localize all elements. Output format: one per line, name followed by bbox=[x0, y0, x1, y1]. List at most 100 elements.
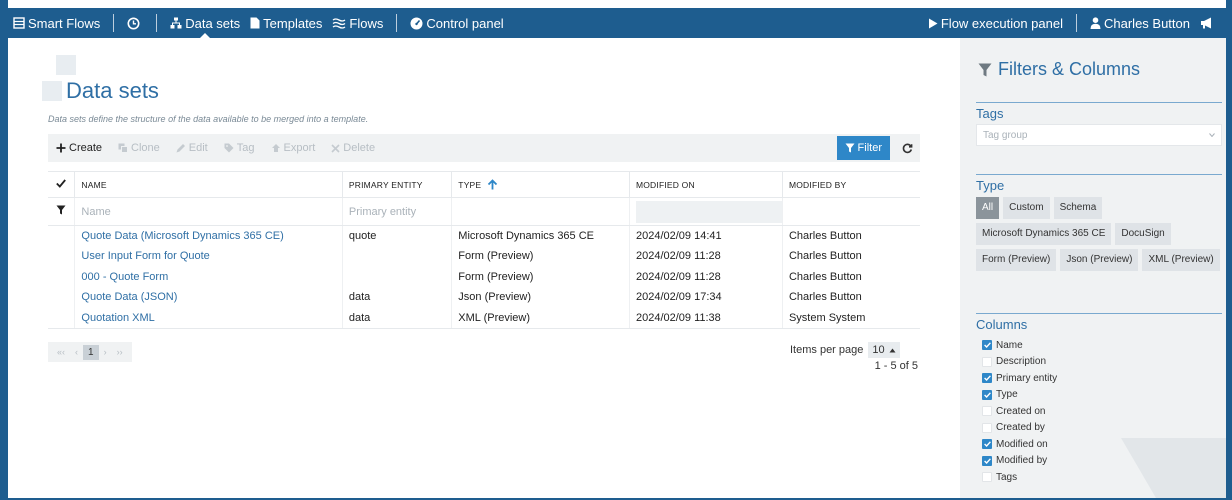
column-toggle-description[interactable]: Description bbox=[976, 354, 1222, 371]
decorative-square bbox=[42, 81, 62, 101]
checkbox[interactable] bbox=[982, 340, 992, 351]
section-title: Tags bbox=[976, 102, 1222, 121]
last-page-button[interactable]: ›› bbox=[112, 347, 128, 357]
cell-type: Json (Preview) bbox=[451, 287, 630, 308]
tag-group-dropdown[interactable]: Tag group bbox=[976, 124, 1222, 146]
export-button[interactable]: Export bbox=[263, 134, 324, 162]
checkmark-icon bbox=[983, 375, 991, 382]
cell-type: XML (Preview) bbox=[451, 307, 630, 329]
refresh-button[interactable] bbox=[894, 136, 920, 160]
column-label: Name bbox=[996, 339, 1023, 351]
type-chip-xml[interactable]: XML (Preview) bbox=[1142, 249, 1220, 271]
nav-data-sets[interactable]: Data sets bbox=[165, 8, 245, 38]
user-menu[interactable]: Charles Button bbox=[1085, 8, 1195, 38]
table-row[interactable]: User Input Form for Quote Form (Preview)… bbox=[48, 246, 920, 267]
checkbox[interactable] bbox=[982, 455, 992, 466]
column-header-modified-on[interactable]: MODIFIED ON bbox=[629, 171, 783, 198]
checkbox[interactable] bbox=[982, 422, 992, 433]
column-header-modified-by[interactable]: MODIFIED BY bbox=[782, 171, 920, 198]
data-set-link[interactable]: Quote Data (Microsoft Dynamics 365 CE) bbox=[81, 230, 283, 242]
current-page[interactable]: 1 bbox=[83, 344, 99, 360]
first-page-button[interactable]: «‹ bbox=[52, 347, 70, 357]
nav-flows[interactable]: Flows bbox=[327, 8, 388, 38]
plus-icon bbox=[56, 143, 66, 153]
name-filter-input[interactable] bbox=[81, 205, 342, 218]
column-header-type[interactable]: TYPE bbox=[451, 171, 630, 198]
refresh-icon bbox=[902, 143, 912, 153]
cell-primary-entity bbox=[342, 266, 453, 287]
table-row[interactable]: 000 - Quote Form Form (Preview) 2024/02/… bbox=[48, 266, 920, 287]
close-icon bbox=[331, 143, 340, 153]
cell-name[interactable]: Quote Data (Microsoft Dynamics 365 CE) bbox=[74, 225, 343, 246]
create-button[interactable]: Create bbox=[48, 134, 110, 162]
checkbox[interactable] bbox=[982, 472, 992, 483]
data-set-link[interactable]: Quotation XML bbox=[81, 312, 154, 324]
filter-button[interactable]: Filter bbox=[836, 136, 890, 160]
edit-button[interactable]: Edit bbox=[168, 134, 216, 162]
data-set-link[interactable]: 000 - Quote Form bbox=[81, 271, 168, 283]
type-chip-dynamics[interactable]: Microsoft Dynamics 365 CE bbox=[976, 223, 1112, 245]
type-chip-schema[interactable]: Schema bbox=[1053, 197, 1103, 219]
type-chip-all[interactable]: All bbox=[976, 197, 1000, 219]
page-title: Data sets bbox=[66, 78, 159, 103]
nav-templates[interactable]: Templates bbox=[245, 8, 327, 38]
table-row[interactable]: Quote Data (Microsoft Dynamics 365 CE) q… bbox=[48, 225, 920, 246]
select-all-column[interactable] bbox=[48, 171, 76, 198]
table-row[interactable]: Quotation XML data XML (Preview) 2024/02… bbox=[48, 307, 920, 329]
data-sets-table: NAME PRIMARY ENTITY TYPE MODIFIED ON MOD… bbox=[48, 171, 920, 329]
nav-control-panel[interactable]: Control panel bbox=[405, 8, 508, 38]
filter-cell-modified-by bbox=[782, 197, 920, 226]
row-select-cell[interactable] bbox=[48, 287, 76, 308]
clone-button[interactable]: Clone bbox=[110, 134, 168, 162]
column-header-name[interactable]: NAME bbox=[74, 171, 343, 198]
row-select-cell[interactable] bbox=[48, 266, 76, 287]
next-page-button[interactable]: › bbox=[99, 347, 112, 357]
column-toggle-name[interactable]: Name bbox=[976, 337, 1222, 354]
cell-name[interactable]: Quote Data (JSON) bbox=[74, 287, 343, 308]
gauge-icon bbox=[410, 17, 423, 29]
checkbox[interactable] bbox=[982, 373, 992, 384]
cell-name[interactable]: User Input Form for Quote bbox=[74, 246, 343, 267]
cell-name[interactable]: Quotation XML bbox=[74, 307, 343, 329]
row-select-cell[interactable] bbox=[48, 225, 76, 246]
flow-execution-panel-button[interactable]: Flow execution panel bbox=[923, 8, 1068, 38]
brand-link[interactable]: Smart Flows bbox=[8, 8, 105, 38]
row-select-cell[interactable] bbox=[48, 307, 76, 329]
modified-on-filter[interactable] bbox=[635, 200, 782, 223]
checkbox[interactable] bbox=[982, 406, 992, 417]
checkbox[interactable] bbox=[982, 389, 992, 400]
sitemap-icon bbox=[170, 17, 182, 29]
nav-divider bbox=[396, 14, 398, 32]
announcements-button[interactable] bbox=[1195, 8, 1226, 38]
decorative-corner-shape bbox=[1121, 438, 1226, 498]
brand-label: Smart Flows bbox=[28, 15, 101, 31]
delete-label: Delete bbox=[343, 142, 376, 154]
cell-type: Form (Preview) bbox=[451, 266, 630, 287]
delete-button[interactable]: Delete bbox=[323, 134, 383, 162]
row-select-cell[interactable] bbox=[48, 246, 76, 267]
type-chip-form[interactable]: Form (Preview) bbox=[976, 249, 1057, 271]
column-toggle-primary-entity[interactable]: Primary entity bbox=[976, 370, 1222, 387]
previous-page-button[interactable]: ‹ bbox=[70, 347, 83, 357]
data-set-link[interactable]: Quote Data (JSON) bbox=[81, 291, 177, 303]
tag-button[interactable]: Tag bbox=[216, 134, 263, 162]
chevron-down-icon bbox=[1209, 133, 1215, 137]
checkbox[interactable] bbox=[982, 439, 992, 450]
table-row[interactable]: Quote Data (JSON) data Json (Preview) 20… bbox=[48, 287, 920, 308]
type-chip-docusign[interactable]: DocuSign bbox=[1115, 223, 1171, 245]
history-button[interactable] bbox=[122, 8, 148, 38]
checkbox[interactable] bbox=[982, 356, 992, 367]
data-set-link[interactable]: User Input Form for Quote bbox=[81, 250, 209, 262]
column-header-primary-entity[interactable]: PRIMARY ENTITY bbox=[342, 171, 453, 198]
filter-cell-modified-on[interactable] bbox=[629, 197, 783, 226]
cell-modified-by: Charles Button bbox=[788, 250, 862, 263]
type-chip-json[interactable]: Json (Preview) bbox=[1060, 249, 1139, 271]
column-toggle-type[interactable]: Type bbox=[976, 387, 1222, 404]
column-toggle-created-on[interactable]: Created on bbox=[976, 403, 1222, 420]
type-chip-custom[interactable]: Custom bbox=[1003, 197, 1050, 219]
cell-name[interactable]: 000 - Quote Form bbox=[74, 266, 343, 287]
primary-entity-filter-input[interactable] bbox=[348, 205, 452, 218]
items-per-page-select[interactable]: 10 bbox=[868, 342, 900, 358]
sort-ascending-icon bbox=[487, 179, 498, 190]
column-toggle-created-by[interactable]: Created by bbox=[976, 420, 1222, 437]
